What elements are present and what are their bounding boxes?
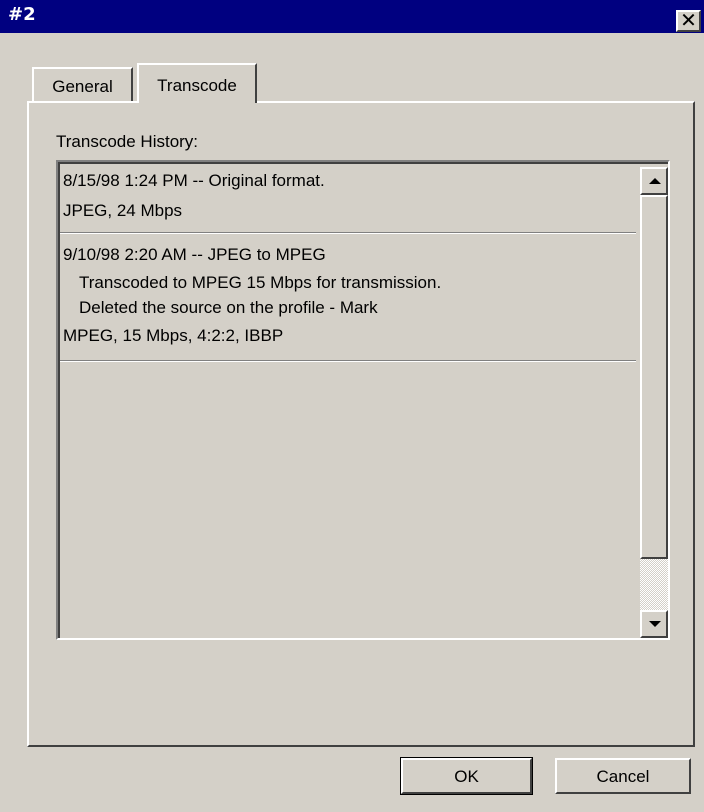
entry-note: Transcoded to MPEG 15 Mbps for transmiss… <box>79 273 442 292</box>
transcode-history-label: Transcode History: <box>56 132 199 151</box>
cancel-button[interactable]: Cancel <box>555 758 691 794</box>
cancel-button-label: Cancel <box>596 767 650 786</box>
scroll-down-button[interactable] <box>640 610 668 638</box>
tab-transcode-label: Transcode <box>157 76 237 95</box>
scroll-track[interactable] <box>640 559 668 610</box>
entry-format: MPEG, 15 Mbps, 4:2:2, IBBP <box>63 326 284 345</box>
tab-transcode[interactable]: Transcode <box>137 63 257 103</box>
entry-heading: 8/15/98 1:24 PM -- Original format. <box>63 171 325 190</box>
down-arrow-icon <box>649 621 661 627</box>
transcode-history-list[interactable]: 8/15/98 1:24 PM -- Original format. JPEG… <box>56 160 670 640</box>
list-item[interactable]: 9/10/98 2:20 AM -- JPEG to MPEG Transcod… <box>60 233 636 361</box>
scroll-thumb[interactable] <box>640 195 668 559</box>
scroll-up-button[interactable] <box>640 167 668 195</box>
vertical-scrollbar[interactable] <box>640 164 668 638</box>
up-arrow-icon <box>649 178 661 184</box>
entry-format: JPEG, 24 Mbps <box>63 201 183 220</box>
entry-heading: 9/10/98 2:20 AM -- JPEG to MPEG <box>63 245 326 264</box>
ok-button-label: OK <box>454 767 479 786</box>
close-icon: ✕ <box>680 8 697 32</box>
tab-general-label: General <box>52 77 113 96</box>
title-bar: #2 ✕ <box>0 0 704 33</box>
close-button[interactable]: ✕ <box>676 10 701 32</box>
list-item[interactable]: 8/15/98 1:24 PM -- Original format. JPEG… <box>60 164 636 233</box>
list-content: 8/15/98 1:24 PM -- Original format. JPEG… <box>58 162 668 638</box>
tab-general[interactable]: General <box>32 67 133 101</box>
window-title: #2 <box>8 4 36 25</box>
ok-button[interactable]: OK <box>400 757 533 795</box>
entry-note: Deleted the source on the profile - Mark <box>79 298 378 317</box>
